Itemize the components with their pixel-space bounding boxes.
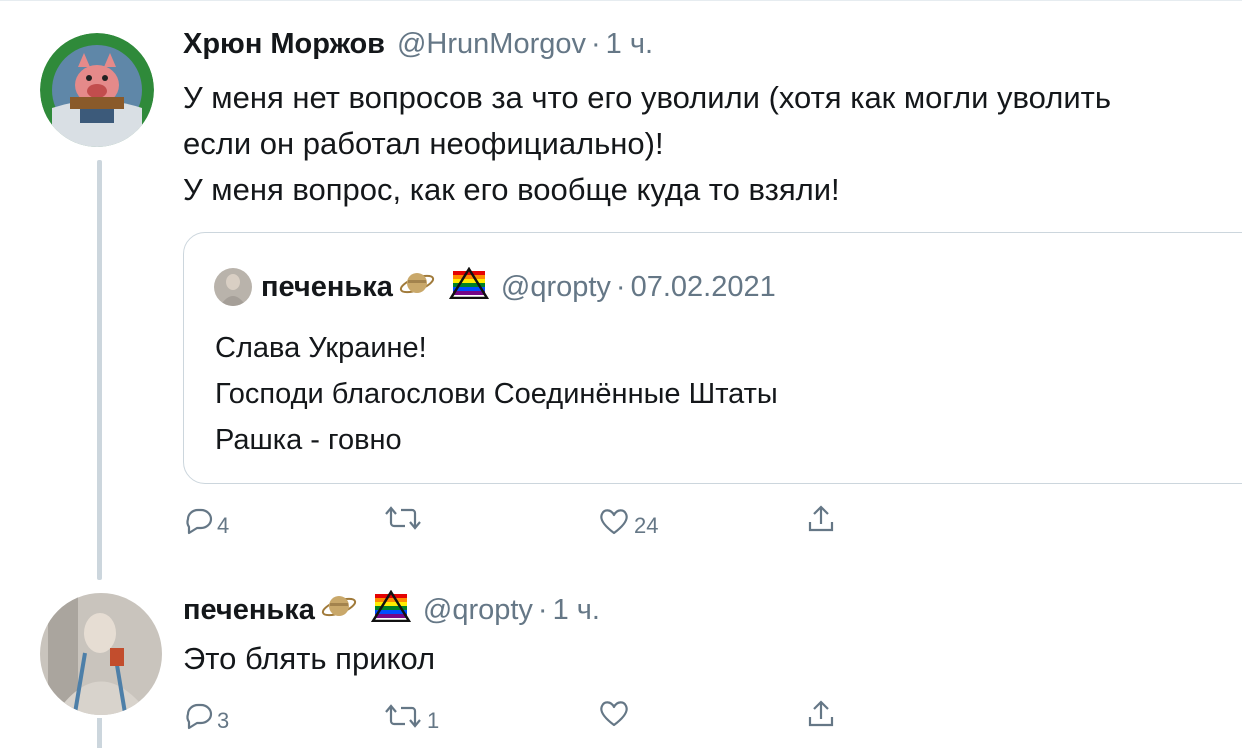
separator-dot: · [615,270,626,303]
tweet-text-line: У меня вопрос, как его вообще куда то вз… [183,172,840,207]
quoted-text-line: Слава Украине! [215,332,427,364]
quoted-tweet-text: Слава Украине! Господи благослови Соедин… [215,325,778,463]
retweet-count: 1 [427,708,440,733]
author-name[interactable]: печенька [183,594,315,627]
author-name[interactable]: Хрюн Моржов [183,28,385,61]
quoted-tweet-header: печенька @qropty · 07.02.2021 [214,266,776,307]
retweet-arrows-icon [385,506,421,530]
avatar-pechenka[interactable] [40,593,162,715]
reply-button[interactable]: 4 [183,503,229,539]
retweet-button[interactable] [383,503,427,533]
quoted-tweet[interactable]: печенька @qropty · 07.02.2021 Слава Укра [183,232,1242,484]
thread-connector [97,160,102,580]
timestamp[interactable]: 1 ч. [606,28,653,61]
author-handle[interactable]: @qropty [423,594,533,627]
share-upload-icon [808,505,834,532]
heart-icon [600,701,628,727]
retweet-arrows-icon [385,704,421,728]
avatar-hrun[interactable] [40,33,154,147]
thread-connector-bottom [97,718,102,748]
tweet-text-line: если он работал неофициально)! [183,126,664,161]
like-button[interactable] [598,698,634,728]
separator-dot: · [590,28,601,60]
speech-bubble-icon [186,508,213,535]
pride-triangle-emoji-icon [448,266,490,307]
retweet-button[interactable]: 1 [383,698,439,734]
top-divider [0,0,1242,1]
share-upload-icon [808,700,834,727]
quoted-date: 07.02.2021 [630,270,776,303]
quoted-text-line: Господи благослови Соединённые Штаты [215,378,778,410]
like-count: 24 [634,513,659,538]
reply-count: 4 [217,513,230,538]
tweet1-header: Хрюн Моржов @HrunMorgov · 1 ч. [183,28,653,61]
share-button[interactable] [805,503,837,535]
quoted-author-handle: @qropty [500,270,611,303]
quoted-avatar [214,268,252,306]
saturn-emoji-icon [321,591,357,629]
tweet-text-line: Это блять прикол [183,641,436,676]
heart-icon [600,509,628,535]
reply-count: 3 [217,708,230,733]
share-button[interactable] [805,698,837,730]
tweet2-header: печенька @qropty · 1 ч. [183,589,600,630]
tweet-text-line: У меня нет вопросов за что его уволили (… [183,80,1111,115]
tweet1-text: У меня нет вопросов за что его уволили (… [183,75,1111,213]
separator-dot: · [537,593,548,626]
reply-button[interactable]: 3 [183,698,229,734]
quoted-author-name: печенька [261,270,393,303]
saturn-emoji-icon [399,268,435,306]
quoted-text-line: Рашка - говно [215,424,402,456]
speech-bubble-icon [186,703,213,730]
timestamp[interactable]: 1 ч. [553,594,600,627]
tweet2-text: Это блять прикол [183,636,435,682]
pride-triangle-emoji-icon [370,589,412,630]
tweet1-actions: 4 24 [183,503,883,543]
tweet2-actions: 3 1 [183,698,883,738]
author-handle[interactable]: @HrunMorgov [397,28,586,61]
like-button[interactable]: 24 [598,503,658,539]
